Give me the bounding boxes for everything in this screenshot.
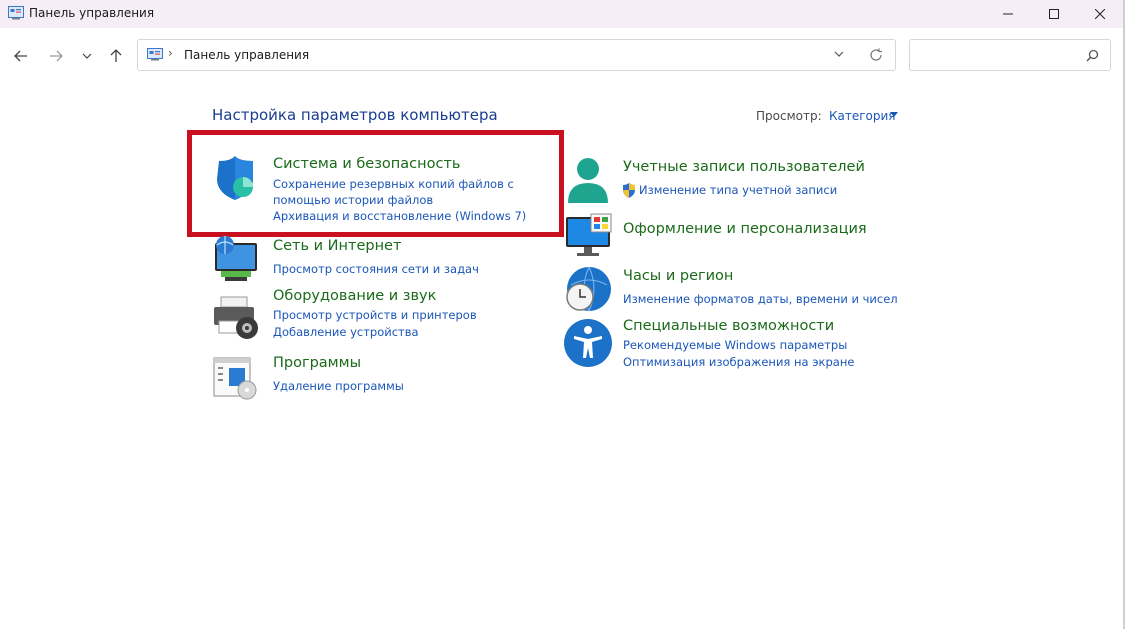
link-optimize-display[interactable]: Оптимизация изображения на экране [623,354,854,370]
chevron-down-icon [82,53,92,59]
printer-icon[interactable] [211,293,261,343]
programs-icon[interactable] [211,352,261,402]
link-add-device[interactable]: Добавление устройства [273,324,419,340]
maximize-icon [1049,9,1059,19]
minimize-button[interactable] [985,0,1031,28]
category-system-security[interactable]: Система и безопасность [273,156,460,172]
up-button[interactable] [105,45,127,67]
page-title: Настройка параметров компьютера [212,106,498,124]
appearance-icon[interactable] [563,212,613,262]
control-panel-window: Панель управления › Панель управления На… [0,0,1125,629]
link-recommended-settings[interactable]: Рекомендуемые Windows параметры [623,337,847,353]
link-network-status[interactable]: Просмотр состояния сети и задач [273,261,479,277]
link-file-history[interactable]: Сохранение резервных копий файлов с помо… [273,176,563,208]
shield-icon[interactable] [211,153,261,203]
uac-shield-icon [623,183,635,198]
category-hardware-sound[interactable]: Оборудование и звук [273,288,436,304]
control-panel-icon [8,6,24,20]
category-clock-region[interactable]: Часы и регион [623,268,733,284]
forward-button[interactable] [45,45,67,67]
user-icon[interactable] [563,155,613,205]
back-button[interactable] [10,45,32,67]
link-date-time-formats[interactable]: Изменение форматов даты, времени и чисел [623,291,898,307]
network-icon[interactable] [211,235,261,285]
link-backup-restore[interactable]: Архивация и восстановление (Windows 7) [273,208,526,224]
category-appearance[interactable]: Оформление и персонализация [623,221,867,237]
arrow-left-icon [14,50,27,62]
address-bar[interactable]: › Панель управления [137,39,896,71]
search-box[interactable] [909,39,1111,71]
window-title: Панель управления [29,6,155,20]
accessibility-icon[interactable] [563,318,613,368]
search-icon[interactable] [1086,49,1099,62]
category-user-accounts[interactable]: Учетные записи пользователей [623,159,865,175]
maximize-button[interactable] [1031,0,1077,28]
arrow-up-icon [110,49,122,62]
control-panel-icon [147,48,163,61]
close-button[interactable] [1077,0,1123,28]
view-label: Просмотр: [756,109,822,123]
category-ease-of-access[interactable]: Специальные возможности [623,318,834,334]
category-programs[interactable]: Программы [273,355,361,371]
recent-locations-button[interactable] [76,45,98,67]
close-icon [1095,9,1105,19]
clock-globe-icon[interactable] [563,265,613,315]
title-bar: Панель управления [0,0,1123,28]
chevron-down-icon[interactable] [834,49,844,59]
search-input[interactable] [916,46,1080,66]
link-uninstall-program[interactable]: Удаление программы [273,378,404,394]
arrow-right-icon [50,50,63,62]
link-devices-printers[interactable]: Просмотр устройств и принтеров [273,307,477,323]
link-change-account-type[interactable]: Изменение типа учетной записи [639,182,837,198]
view-dropdown[interactable]: Категория [829,109,896,123]
dropdown-arrow-icon[interactable] [890,112,898,117]
category-network[interactable]: Сеть и Интернет [273,238,401,254]
breadcrumb-separator: › [168,46,173,60]
breadcrumb[interactable]: Панель управления [184,48,309,62]
minimize-icon [1003,13,1013,15]
refresh-icon[interactable] [869,48,883,62]
